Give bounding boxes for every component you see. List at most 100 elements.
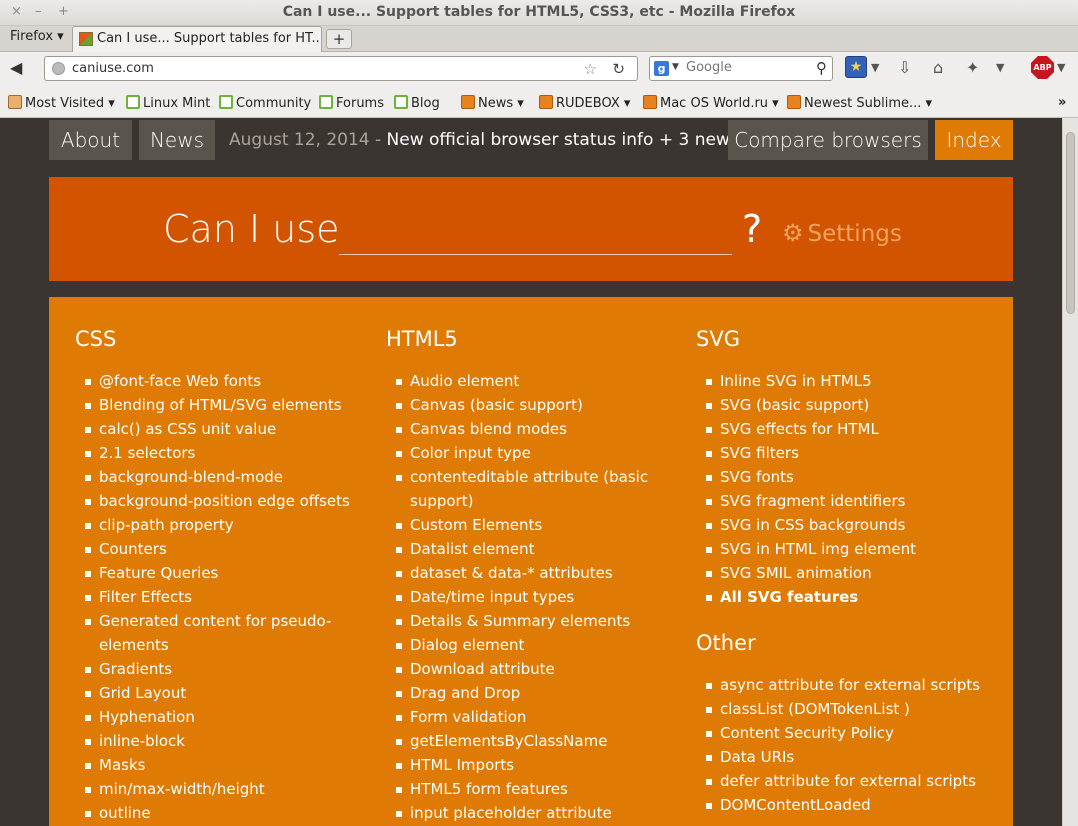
feature-link[interactable]: dataset & data-* attributes bbox=[386, 561, 676, 585]
feature-link[interactable]: Generated content for pseudo-elements bbox=[75, 609, 365, 657]
html5-heading[interactable]: HTML5 bbox=[386, 327, 676, 355]
svg-heading[interactable]: SVG bbox=[696, 327, 986, 355]
bookmark-blog[interactable]: Blog bbox=[394, 95, 440, 111]
feature-link[interactable]: SVG fragment identifiers bbox=[696, 489, 986, 513]
feature-link[interactable]: background-blend-mode bbox=[75, 465, 365, 489]
feature-link[interactable]: Canvas (basic support) bbox=[386, 393, 676, 417]
feature-link[interactable]: clip-path property bbox=[75, 513, 365, 537]
news-ticker[interactable]: August 12, 2014 - New official browser s… bbox=[229, 120, 745, 160]
new-tab-button[interactable]: + bbox=[326, 29, 352, 49]
bookmark-linux-mint[interactable]: Linux Mint bbox=[126, 95, 210, 111]
nav-index[interactable]: Index bbox=[935, 120, 1013, 160]
feature-link[interactable]: contenteditable attribute (basic support… bbox=[386, 465, 676, 513]
search-bar[interactable]: g ▼ ⚲ bbox=[649, 56, 833, 81]
feature-link[interactable]: SVG in HTML img element bbox=[696, 537, 986, 561]
home-icon[interactable]: ⌂ bbox=[933, 58, 943, 77]
feature-link[interactable]: Counters bbox=[75, 537, 365, 561]
search-magnifier-icon[interactable]: ⚲ bbox=[816, 59, 827, 77]
bookmark-newest-sublime[interactable]: Newest Sublime... ▾ bbox=[787, 95, 932, 111]
feature-link[interactable]: HTML5 form features bbox=[386, 777, 676, 801]
feature-link[interactable]: classList (DOMTokenList ) bbox=[696, 697, 986, 721]
feature-link[interactable]: calc() as CSS unit value bbox=[75, 417, 365, 441]
scrollbar-thumb[interactable] bbox=[1066, 132, 1075, 314]
feature-link[interactable]: Datalist element bbox=[386, 537, 676, 561]
url-text[interactable]: caniuse.com bbox=[72, 61, 154, 76]
search-input[interactable] bbox=[686, 60, 806, 75]
reload-icon[interactable]: ↻ bbox=[612, 60, 625, 78]
bookmark-mac-os-world[interactable]: Mac OS World.ru ▾ bbox=[643, 95, 779, 111]
back-arrow-icon[interactable]: ◀ bbox=[10, 58, 22, 77]
feature-link[interactable]: Filter Effects bbox=[75, 585, 365, 609]
feature-link[interactable]: Inline SVG in HTML5 bbox=[696, 369, 986, 393]
url-bar[interactable]: caniuse.com ☆ ↻ bbox=[44, 56, 638, 81]
feature-link[interactable]: min/max-width/height bbox=[75, 777, 365, 801]
bookmark-most-visited[interactable]: Most Visited ▾ bbox=[8, 95, 115, 111]
feature-link[interactable]: Date/time input types bbox=[386, 585, 676, 609]
feature-link[interactable]: Audio element bbox=[386, 369, 676, 393]
feature-link[interactable]: Hyphenation bbox=[75, 705, 365, 729]
feature-link[interactable]: getElementsByClassName bbox=[386, 729, 676, 753]
feature-link[interactable]: SVG filters bbox=[696, 441, 986, 465]
settings-link[interactable]: ⚙ Settings bbox=[782, 219, 902, 247]
feature-link[interactable]: Content Security Policy bbox=[696, 721, 986, 745]
feature-link[interactable]: Form validation bbox=[386, 705, 676, 729]
feature-link[interactable]: SVG in CSS backgrounds bbox=[696, 513, 986, 537]
feature-link[interactable]: Color input type bbox=[386, 441, 676, 465]
bookmarks-overflow-icon[interactable]: » bbox=[1058, 95, 1066, 110]
column-css: CSS @font-face Web fonts Blending of HTML… bbox=[75, 327, 365, 825]
feature-link[interactable]: Download attribute bbox=[386, 657, 676, 681]
abp-dropdown-icon[interactable]: ▼ bbox=[1057, 61, 1065, 74]
adblock-plus-icon[interactable]: ABP bbox=[1031, 56, 1054, 79]
feature-link[interactable]: @font-face Web fonts bbox=[75, 369, 365, 393]
feature-link[interactable]: input placeholder attribute bbox=[386, 801, 676, 825]
feature-link[interactable]: background-position edge offsets bbox=[75, 489, 365, 513]
google-engine-icon[interactable]: g bbox=[654, 61, 669, 76]
feature-link[interactable]: Custom Elements bbox=[386, 513, 676, 537]
feature-link[interactable]: Drag and Drop bbox=[386, 681, 676, 705]
feature-link[interactable]: SVG SMIL animation bbox=[696, 561, 986, 585]
all-svg-features-link[interactable]: All SVG features bbox=[696, 585, 986, 609]
feature-search-input[interactable] bbox=[339, 207, 732, 255]
feature-link[interactable]: 2.1 selectors bbox=[75, 441, 365, 465]
feature-link[interactable]: Grid Layout bbox=[75, 681, 365, 705]
site-identity-icon[interactable] bbox=[52, 62, 65, 75]
feature-link[interactable]: Dialog element bbox=[386, 633, 676, 657]
feature-link[interactable]: Data URIs bbox=[696, 745, 986, 769]
firefox-menu-button[interactable]: Firefox ▾ bbox=[10, 29, 64, 44]
feature-link[interactable]: DOMContentLoaded bbox=[696, 793, 986, 817]
nav-news[interactable]: News bbox=[139, 120, 215, 160]
downloads-icon[interactable]: ⇩ bbox=[898, 58, 911, 77]
bookmark-rudebox[interactable]: RUDEBOX ▾ bbox=[539, 95, 630, 111]
bookmark-news[interactable]: News ▾ bbox=[461, 95, 524, 111]
feature-link[interactable]: SVG (basic support) bbox=[696, 393, 986, 417]
feature-link[interactable]: outline bbox=[75, 801, 365, 825]
feature-link[interactable]: inline-block bbox=[75, 729, 365, 753]
nav-about[interactable]: About bbox=[49, 120, 132, 160]
bookmark-star-icon[interactable]: ☆ bbox=[584, 60, 597, 78]
feature-link[interactable]: Details & Summary elements bbox=[386, 609, 676, 633]
bookmarks-menu-icon[interactable]: ★ bbox=[845, 56, 867, 78]
bookmarks-dropdown-icon[interactable]: ▼ bbox=[871, 61, 879, 74]
gear-icon: ⚙ bbox=[782, 219, 804, 247]
feature-link[interactable]: SVG fonts bbox=[696, 465, 986, 489]
bookmark-forums[interactable]: Forums bbox=[319, 95, 384, 111]
browser-tab-active[interactable]: Can I use... Support tables for HT... bbox=[72, 26, 322, 52]
addon-dropdown-icon[interactable]: ▼ bbox=[996, 61, 1004, 74]
feature-link[interactable]: HTML Imports bbox=[386, 753, 676, 777]
feature-link[interactable]: Gradients bbox=[75, 657, 365, 681]
feature-link[interactable]: async attribute for external scripts bbox=[696, 673, 986, 697]
addon-icon[interactable]: ✦ bbox=[966, 58, 979, 77]
feature-link[interactable]: Masks bbox=[75, 753, 365, 777]
feature-link[interactable]: Feature Queries bbox=[75, 561, 365, 585]
page-scrollbar[interactable] bbox=[1062, 118, 1078, 826]
nav-compare-browsers[interactable]: Compare browsers bbox=[728, 120, 928, 160]
feature-link[interactable]: Blending of HTML/SVG elements bbox=[75, 393, 365, 417]
feature-link[interactable]: Canvas blend modes bbox=[386, 417, 676, 441]
bookmark-community[interactable]: Community bbox=[219, 95, 311, 111]
engine-dropdown-icon[interactable]: ▼ bbox=[672, 62, 679, 72]
feature-link[interactable]: SVG effects for HTML bbox=[696, 417, 986, 441]
tab-bar: Firefox ▾ Can I use... Support tables fo… bbox=[0, 26, 1078, 52]
feature-link[interactable]: defer attribute for external scripts bbox=[696, 769, 986, 793]
other-heading[interactable]: Other bbox=[696, 631, 986, 659]
css-heading[interactable]: CSS bbox=[75, 327, 365, 355]
